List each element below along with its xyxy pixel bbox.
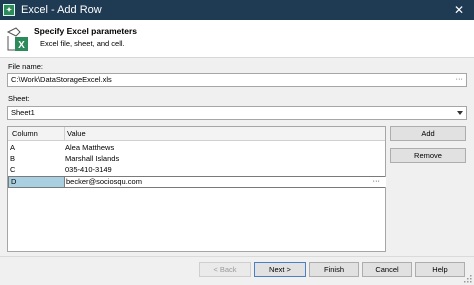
window-title: Excel - Add Row (21, 4, 102, 16)
finish-button[interactable]: Finish (309, 262, 359, 277)
file-name-value: C:\Work\DataStorageExcel.xls (11, 75, 112, 84)
excel-icon-letter: X (18, 40, 25, 51)
sheet-value: Sheet1 (11, 108, 35, 117)
table-row[interactable]: B Marshall Islands (8, 154, 385, 164)
excel-file-icon: X (6, 27, 28, 51)
app-icon: ✦ (3, 4, 15, 16)
page-title: Specify Excel parameters (34, 26, 138, 36)
row-value-cell[interactable]: becker@sociosqu.com (66, 177, 142, 186)
column-divider[interactable] (64, 127, 65, 141)
help-button[interactable]: Help (415, 262, 465, 277)
page-subtitle: Excel file, sheet, and cell. (40, 39, 125, 48)
sheet-select[interactable]: Sheet1 (7, 106, 467, 120)
browse-button[interactable]: ··· (456, 74, 464, 83)
row-column-cell[interactable]: D (11, 177, 16, 186)
row-column-cell[interactable]: B (10, 154, 15, 163)
sheet-label: Sheet: (8, 94, 30, 103)
row-column-cell[interactable]: C (10, 165, 15, 174)
value-edit-button[interactable]: ··· (373, 176, 381, 185)
next-button[interactable]: Next > (254, 262, 306, 277)
grid-header: Column Value (8, 127, 385, 141)
selected-cell-highlight (9, 177, 64, 187)
chevron-down-icon[interactable] (457, 111, 463, 115)
footer-divider (0, 256, 474, 257)
wizard-header: X Specify Excel parameters Excel file, s… (0, 20, 474, 58)
value-header[interactable]: Value (67, 129, 86, 138)
file-name-field[interactable]: C:\Work\DataStorageExcel.xls ··· (7, 73, 467, 87)
back-button[interactable]: < Back (199, 262, 251, 277)
cancel-button[interactable]: Cancel (362, 262, 412, 277)
table-row-selected[interactable]: D becker@sociosqu.com ··· (8, 176, 386, 188)
remove-button[interactable]: Remove (390, 148, 466, 163)
column-value-grid[interactable]: Column Value A Alea Matthews B Marshall … (7, 126, 386, 252)
table-row[interactable]: C 035-410-3149 (8, 165, 385, 175)
close-button[interactable]: ✕ (444, 0, 474, 20)
title-bar: ✦ Excel - Add Row ✕ (0, 0, 474, 20)
column-header[interactable]: Column (12, 129, 38, 138)
file-name-label: File name: (8, 62, 44, 71)
resize-grip-icon[interactable] (464, 275, 472, 283)
add-button[interactable]: Add (390, 126, 466, 141)
row-value-cell[interactable]: Alea Matthews (65, 143, 114, 152)
table-row[interactable]: A Alea Matthews (8, 143, 385, 153)
row-value-cell[interactable]: Marshall Islands (65, 154, 119, 163)
row-value-cell[interactable]: 035-410-3149 (65, 165, 112, 174)
row-column-cell[interactable]: A (10, 143, 15, 152)
